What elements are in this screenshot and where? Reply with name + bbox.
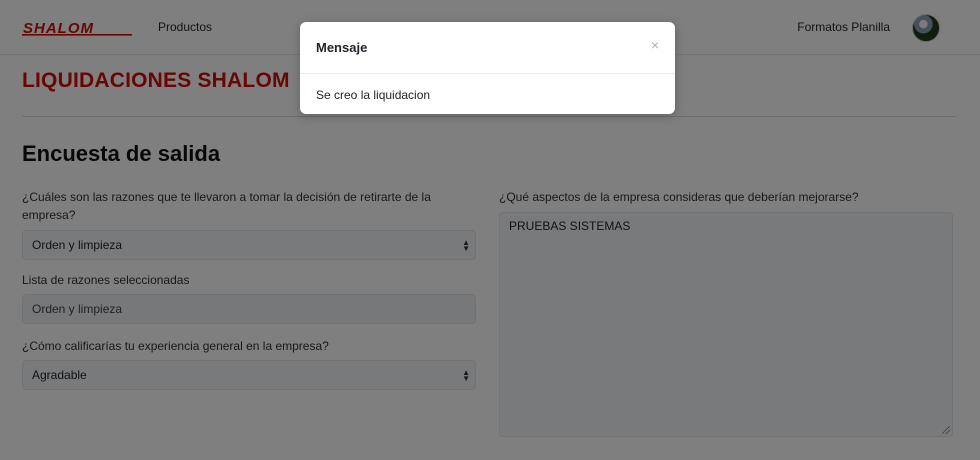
modal-header: Mensaje ×: [300, 22, 675, 74]
close-icon[interactable]: ×: [651, 37, 659, 53]
modal-title: Mensaje: [316, 40, 368, 55]
modal-body-text: Se creo la liquidacion: [316, 88, 431, 102]
message-modal: Mensaje × Se creo la liquidacion: [300, 22, 675, 114]
